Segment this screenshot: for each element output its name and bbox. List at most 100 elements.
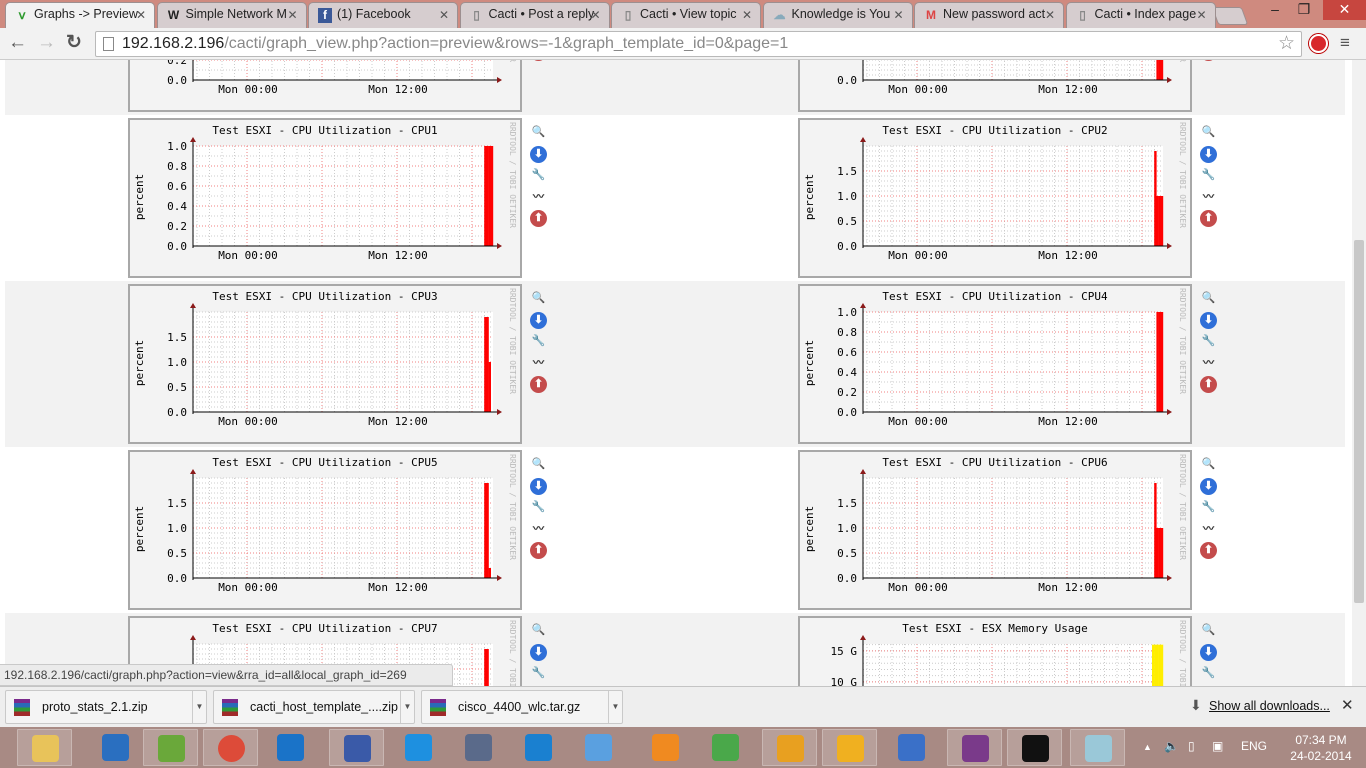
rrd-graph[interactable]: 0.0 0.5 1.0 1.5 Mon 00:00 Mon 12:00 Test ESXI … <box>798 118 1192 278</box>
rrd-graph[interactable]: 0.0 0.2 0.4 0.6 0.8 1.0 Mon 00:00 Mon 12:00 Test… <box>128 118 522 278</box>
back-to-top-icon[interactable]: ⬆ <box>1200 542 1217 559</box>
download-menu-caret[interactable]: ▼ <box>192 691 206 723</box>
language-indicator[interactable]: ENG <box>1241 739 1267 753</box>
taskbar-app[interactable] <box>143 729 198 766</box>
csv-export-icon[interactable]: ⬇ <box>1200 311 1217 329</box>
scrollbar-thumb[interactable] <box>1354 240 1364 603</box>
zoom-icon[interactable]: 🔍 <box>530 290 547 307</box>
back-button[interactable]: ← <box>8 32 27 54</box>
tab-7[interactable]: ▯ Cacti • Index page ✕ <box>1065 2 1216 28</box>
tab-0[interactable]: ⅴ Graphs -> Preview ✕ <box>5 2 155 28</box>
zoom-icon[interactable]: 🔍 <box>1200 290 1217 307</box>
taskbar-app[interactable] <box>451 729 506 766</box>
taskbar-app[interactable] <box>947 729 1002 766</box>
taskbar-app[interactable] <box>884 729 939 766</box>
download-item[interactable]: cisco_4400_wlc.tar.gz ▼ <box>421 690 623 724</box>
chrome-menu-button[interactable]: ≡ <box>1340 32 1350 54</box>
realtime-graph-icon[interactable]: 〰 <box>1200 189 1217 206</box>
realtime-graph-icon[interactable]: 〰 <box>530 355 547 372</box>
close-tab-icon[interactable]: ✕ <box>136 8 146 22</box>
properties-wrench-icon[interactable]: 🔧 <box>530 167 547 184</box>
zoom-icon[interactable]: 🔍 <box>530 124 547 141</box>
close-tab-icon[interactable]: ✕ <box>742 8 752 22</box>
taskbar-app[interactable] <box>571 729 626 766</box>
restore-button[interactable]: ❐ <box>1290 0 1318 20</box>
taskbar-app[interactable] <box>1070 729 1125 766</box>
power-icon[interactable]: ▯ <box>1188 739 1195 753</box>
rrd-graph[interactable]: 0.0 0.5 1.0 1.5 Mon 00:00 Mon 12:00 Test ESXI … <box>128 450 522 610</box>
tab-3[interactable]: ▯ Cacti • Post a reply ✕ <box>459 2 610 28</box>
realtime-graph-icon[interactable]: 〰 <box>530 521 547 538</box>
taskbar-app[interactable] <box>391 729 446 766</box>
taskbar-app[interactable] <box>17 729 72 766</box>
volume-icon[interactable]: 🔈 <box>1164 739 1179 753</box>
rrd-graph[interactable]: 0.0 Mon 00:00 Mon 12:00 RRDTOOL / TOBI OETI… <box>798 60 1192 112</box>
back-to-top-icon[interactable]: ⬆ <box>530 210 547 227</box>
download-item[interactable]: proto_stats_2.1.zip ▼ <box>5 690 207 724</box>
csv-export-icon[interactable]: ⬇ <box>1200 477 1217 495</box>
csv-export-icon[interactable]: ⬇ <box>1200 643 1217 661</box>
taskbar-app[interactable] <box>1007 729 1062 766</box>
close-tab-icon[interactable]: ✕ <box>590 8 600 22</box>
properties-wrench-icon[interactable]: 🔧 <box>1200 167 1217 184</box>
csv-export-icon[interactable]: ⬇ <box>530 145 547 163</box>
realtime-graph-icon[interactable]: 〰 <box>530 189 547 206</box>
forward-button[interactable]: → <box>37 32 56 54</box>
adblock-icon[interactable] <box>1309 34 1328 53</box>
close-downloads-bar-button[interactable]: ✕ <box>1341 696 1354 714</box>
close-tab-icon[interactable]: ✕ <box>287 8 297 22</box>
csv-export-icon[interactable]: ⬇ <box>530 477 547 495</box>
properties-wrench-icon[interactable]: 🔧 <box>530 499 547 516</box>
show-hidden-icons-button[interactable]: ▲ <box>1143 742 1152 752</box>
taskbar-app[interactable] <box>203 729 258 766</box>
taskbar-app[interactable] <box>698 729 753 766</box>
vertical-scrollbar[interactable] <box>1352 60 1366 686</box>
download-menu-caret[interactable]: ▼ <box>608 691 622 723</box>
rrd-graph[interactable]: 0.0 0.5 1.0 1.5 Mon 00:00 Mon 12:00 Test ESXI … <box>128 284 522 444</box>
tab-4[interactable]: ▯ Cacti • View topic ✕ <box>611 2 761 28</box>
tab-6[interactable]: M New password act ✕ <box>914 2 1064 28</box>
download-menu-caret[interactable]: ▼ <box>400 691 414 723</box>
new-tab-button[interactable] <box>1211 7 1249 25</box>
realtime-graph-icon[interactable]: 〰 <box>1200 521 1217 538</box>
realtime-graph-icon[interactable]: 〰 <box>1200 355 1217 372</box>
close-window-button[interactable]: ✕ <box>1323 0 1366 20</box>
network-icon[interactable]: ▣ <box>1212 739 1223 753</box>
back-to-top-icon[interactable]: ⬆ <box>1200 376 1217 393</box>
back-to-top-icon[interactable]: ⬆ <box>1200 210 1217 227</box>
clock[interactable]: 07:34 PM 24-02-2014 <box>1290 732 1352 764</box>
taskbar-app[interactable] <box>822 729 877 766</box>
back-to-top-icon[interactable]: ⬆ <box>530 542 547 559</box>
tab-2[interactable]: f (1) Facebook ✕ <box>308 2 458 28</box>
taskbar-app[interactable] <box>762 729 817 766</box>
tab-1[interactable]: W Simple Network M ✕ <box>156 2 307 28</box>
back-to-top-icon[interactable]: ⬆ <box>530 376 547 393</box>
rrd-graph[interactable]: 0.0 0.5 1.0 1.5 Mon 00:00 Mon 12:00 Test ESXI … <box>798 450 1192 610</box>
csv-export-icon[interactable]: ⬇ <box>530 311 547 329</box>
taskbar-app[interactable] <box>263 729 318 766</box>
close-tab-icon[interactable]: ✕ <box>439 8 449 22</box>
taskbar-app[interactable] <box>511 729 566 766</box>
properties-wrench-icon[interactable]: 🔧 <box>1200 499 1217 516</box>
show-all-downloads-link[interactable]: Show all downloads... <box>1209 699 1330 713</box>
zoom-icon[interactable]: 🔍 <box>530 622 547 639</box>
rrd-graph[interactable]: 0.0 0.2 0.4 0.6 0.8 1.0 Mon 00:00 Mon 12:00 Test… <box>798 284 1192 444</box>
taskbar-app[interactable] <box>638 729 693 766</box>
rrd-graph[interactable]: 10 G15 GTest ESXI - ESX Memory UsagesRRD… <box>798 616 1192 686</box>
properties-wrench-icon[interactable]: 🔧 <box>530 665 547 682</box>
taskbar-app[interactable] <box>88 729 143 766</box>
address-bar[interactable]: 192.168.2.196/cacti/graph_view.php?actio… <box>95 31 1302 57</box>
properties-wrench-icon[interactable]: 🔧 <box>1200 333 1217 350</box>
close-tab-icon[interactable]: ✕ <box>1196 8 1206 22</box>
zoom-icon[interactable]: 🔍 <box>1200 124 1217 141</box>
reload-button[interactable]: ↻ <box>66 32 82 54</box>
zoom-icon[interactable]: 🔍 <box>530 456 547 473</box>
minimize-button[interactable]: – <box>1262 0 1288 20</box>
properties-wrench-icon[interactable]: 🔧 <box>530 333 547 350</box>
bookmark-star-icon[interactable]: ☆ <box>1278 32 1295 56</box>
properties-wrench-icon[interactable]: 🔧 <box>1200 665 1217 682</box>
close-tab-icon[interactable]: ✕ <box>1045 8 1055 22</box>
taskbar-app[interactable] <box>329 729 384 766</box>
csv-export-icon[interactable]: ⬇ <box>530 643 547 661</box>
tab-5[interactable]: ☁ Knowledge is You ✕ <box>762 2 913 28</box>
